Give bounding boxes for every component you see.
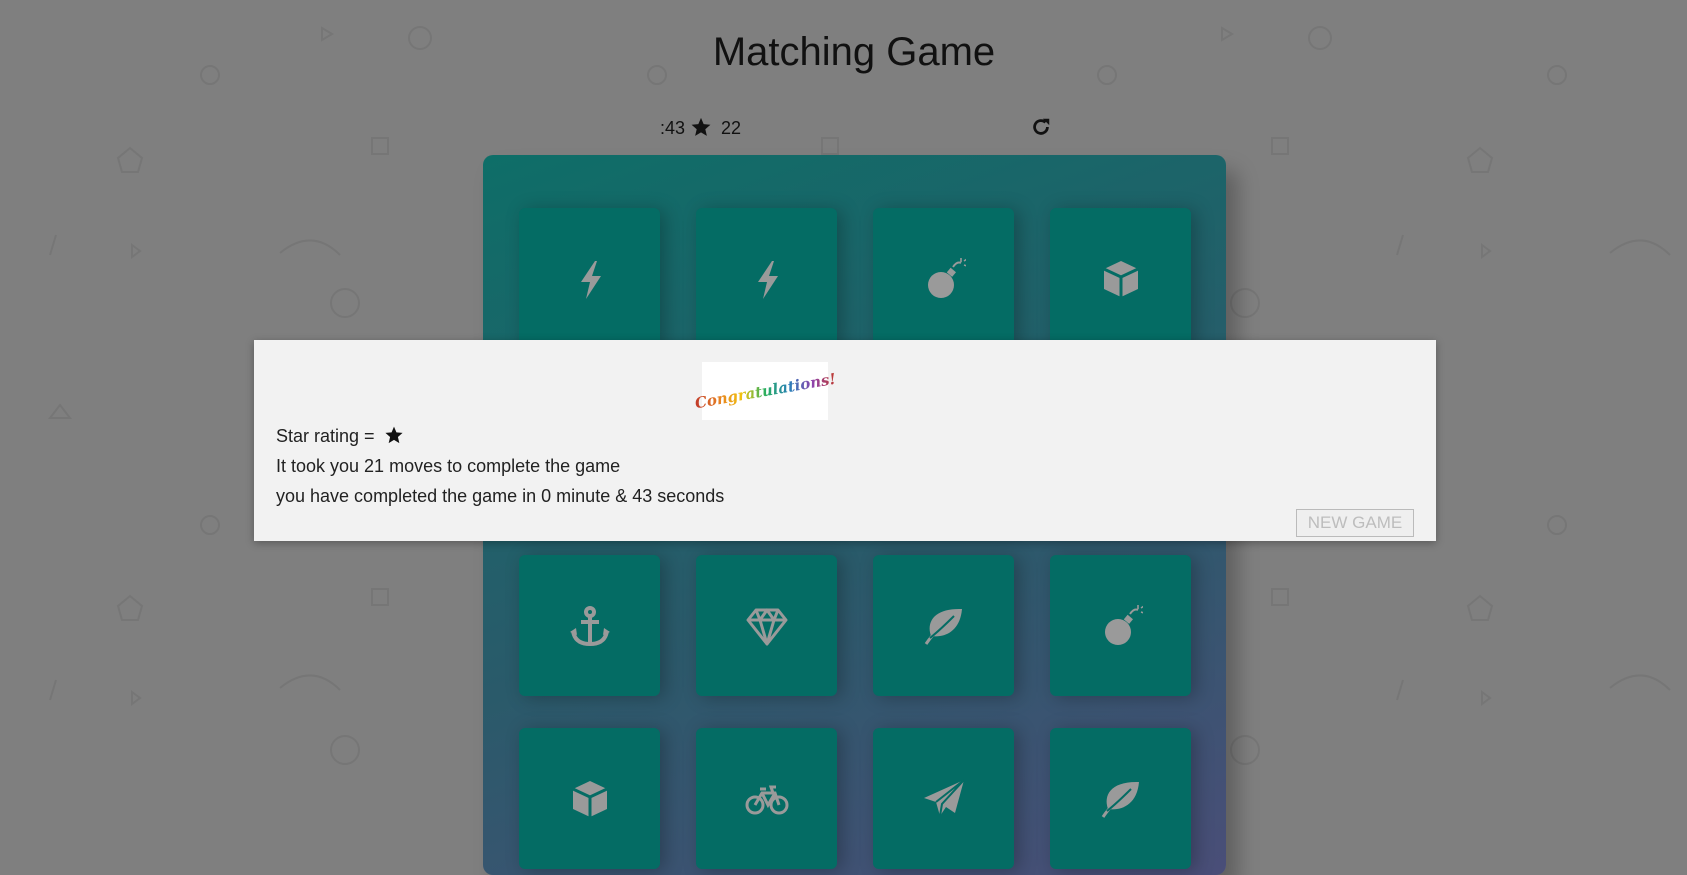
new-game-button[interactable]: NEW GAME [1296,509,1414,537]
star-rating-label: Star rating = [276,426,375,446]
star-rating-line: Star rating = [276,425,404,447]
congratulations-modal: Congratulations! Star rating = It took y… [254,340,1436,541]
time-summary: you have completed the game in 0 minute … [276,486,725,506]
congratulations-banner: Congratulations! [693,362,837,420]
star-icon [384,426,403,444]
congratulations-banner-text: Congratulations! [693,369,837,413]
moves-summary: It took you 21 moves to complete the gam… [276,456,621,476]
